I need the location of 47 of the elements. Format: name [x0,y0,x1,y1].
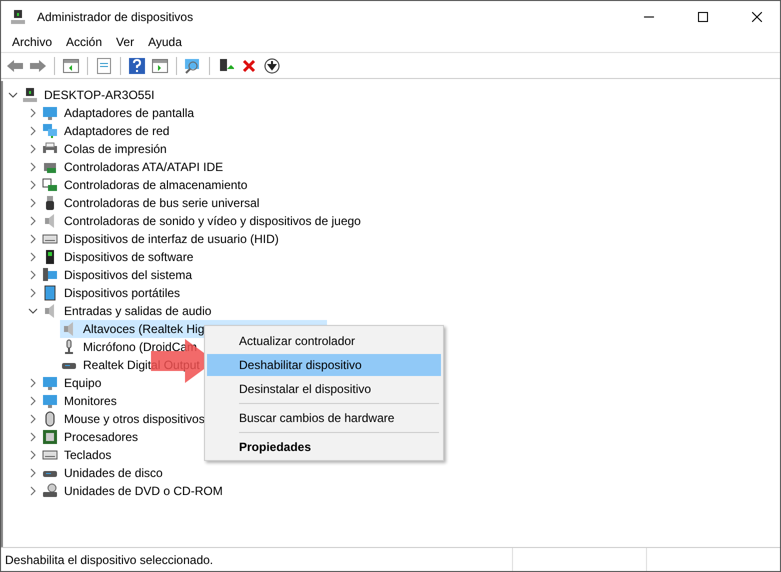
tree-item[interactable]: DESKTOP-AR3O55I [41,87,158,103]
network-icon [42,123,58,139]
chip-icon [42,429,58,445]
status-text: Deshabilita el dispositivo seleccionado. [4,552,214,566]
context-menu-item[interactable]: Deshabilitar dispositivo [207,354,441,376]
maximize-icon [698,12,708,22]
tree-item[interactable]: Monitores [61,393,120,409]
menu-item[interactable]: Acción [59,35,110,49]
disc-drive-icon [42,483,58,499]
window-title: Administrador de dispositivos [37,10,194,24]
tree-item[interactable]: Altavoces (Realtek Hig [80,321,208,337]
tree-item[interactable]: Adaptadores de red [61,123,172,139]
tree-item[interactable]: Procesadores [61,429,142,445]
tree-item[interactable]: Mouse y otros dispositivos [61,411,208,427]
tree-item[interactable]: Unidades de disco [61,465,166,481]
close-icon [752,12,762,22]
computer-icon [42,267,58,283]
storage-icon [42,177,58,193]
disable-button[interactable] [262,56,282,76]
context-menu-item[interactable]: Desinstalar el dispositivo [207,378,441,400]
tree-item[interactable]: Controladoras ATA/ATAPI IDE [61,159,226,175]
menu-item[interactable]: Ayuda [141,35,189,49]
computer-icon [22,87,38,103]
tree-item[interactable]: Entradas y salidas de audio [61,303,214,319]
tree-item[interactable]: Adaptadores de pantalla [61,105,198,121]
context-menu-item[interactable]: Propiedades [207,436,441,458]
tree-item[interactable]: Dispositivos del sistema [61,267,196,283]
tree-item[interactable]: Dispositivos de software [61,249,196,265]
tree-item[interactable]: Equipo [61,375,104,391]
monitor-icon [42,393,58,409]
properties-button[interactable] [94,56,114,76]
tablet-icon [42,285,58,301]
context-menu-item[interactable]: Buscar cambios de hardware [207,407,441,429]
tree-item[interactable]: Controladoras de sonido y vídeo y dispositivos de juego [61,213,364,229]
tree-item[interactable]: Dispositivos portátiles [61,285,184,301]
tree-item[interactable]: Controladoras de bus serie universal [61,195,262,211]
computer-icon [10,8,26,24]
tree-item[interactable]: Colas de impresión [61,141,170,157]
tree-item[interactable]: Teclados [61,447,114,463]
tree-item[interactable]: Dispositivos de interfaz de usuario (HID) [61,231,282,247]
menu-item[interactable]: Ver [109,35,142,49]
tree-item[interactable]: Unidades de DVD o CD-ROM [61,483,226,499]
monitor-icon [42,105,58,121]
monitor-icon [42,375,58,391]
help-button[interactable] [127,56,147,76]
tree-item[interactable]: Controladoras de almacenamiento [61,177,250,193]
menu-item[interactable]: Archivo [5,35,60,49]
